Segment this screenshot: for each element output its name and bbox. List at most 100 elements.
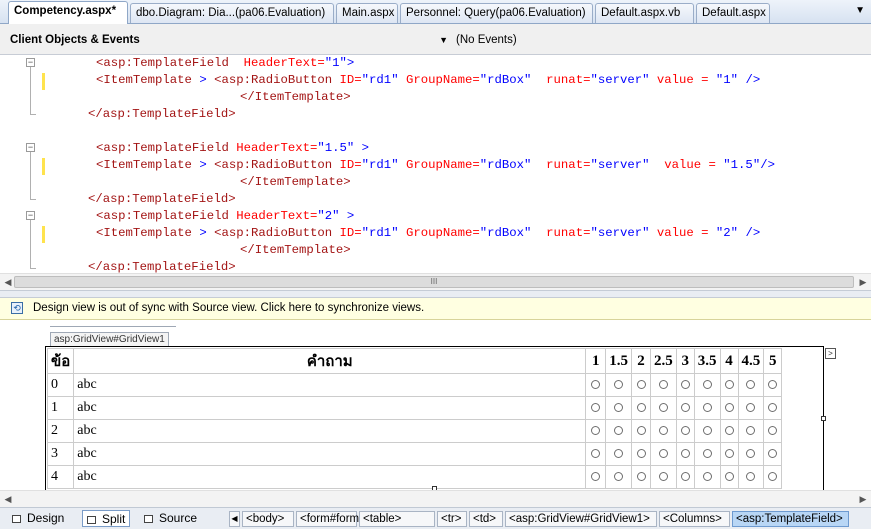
code-line: <ItemTemplate > <asp:RadioButton ID="rd1… bbox=[96, 225, 760, 242]
code-token: <ItemTemplate bbox=[96, 73, 200, 87]
tab-default-aspx[interactable]: Default.aspx bbox=[696, 3, 770, 23]
source-view-label: Source bbox=[159, 511, 198, 525]
outline-line bbox=[30, 220, 31, 268]
outline-end bbox=[30, 114, 36, 115]
tab-personnel-query[interactable]: Personnel: Query(pa06.Evaluation) bbox=[400, 3, 593, 23]
design-horizontal-scrollbar[interactable]: ◀ ▶ bbox=[0, 490, 871, 507]
tab-main-aspx[interactable]: Main.aspx bbox=[336, 3, 398, 23]
outline-end bbox=[30, 199, 36, 200]
code-token: <asp:TemplateField bbox=[96, 209, 237, 223]
scroll-right-icon[interactable]: ▶ bbox=[855, 491, 871, 507]
changed-line-marker bbox=[42, 226, 45, 243]
resize-handle[interactable] bbox=[821, 416, 826, 421]
code-token: </ItemTemplate> bbox=[240, 175, 351, 189]
code-line: </ItemTemplate> bbox=[240, 242, 351, 259]
code-token: <ItemTemplate bbox=[96, 158, 200, 172]
collapse-icon[interactable]: − bbox=[26, 143, 35, 152]
split-view-splitter[interactable] bbox=[0, 290, 871, 298]
code-token: GroupName= bbox=[405, 226, 480, 240]
code-line: <ItemTemplate > <asp:RadioButton ID="rd1… bbox=[96, 72, 760, 89]
refresh-sync-icon: ⟲ bbox=[11, 302, 23, 314]
editor-gutter bbox=[0, 55, 43, 273]
code-line: </ItemTemplate> bbox=[240, 89, 351, 106]
scroll-left-icon[interactable]: ◀ bbox=[0, 491, 16, 507]
code-token: "rdBox" bbox=[479, 226, 547, 240]
code-token: "server" bbox=[590, 73, 657, 87]
code-token: value = bbox=[664, 158, 724, 172]
code-token: runat= bbox=[546, 226, 591, 240]
code-token: <asp:RadioButton bbox=[214, 158, 340, 172]
source-view-icon bbox=[144, 515, 153, 523]
code-token: HeaderText= bbox=[236, 141, 318, 155]
sync-message: Design view is out of sync with Source v… bbox=[33, 302, 425, 314]
breadcrumb-item[interactable]: <td> bbox=[469, 511, 503, 527]
code-token: GroupName= bbox=[405, 73, 480, 87]
breadcrumb-scroll-left-icon[interactable]: ◀ bbox=[229, 511, 240, 527]
design-view-label: Design bbox=[27, 511, 65, 525]
breadcrumb-item[interactable]: <tr> bbox=[437, 511, 467, 527]
code-token: "2" /> bbox=[715, 226, 761, 240]
events-dropdown[interactable]: (No Events) bbox=[450, 30, 756, 50]
code-token: "rd1" bbox=[361, 226, 406, 240]
scroll-right-icon[interactable]: ▶ bbox=[855, 274, 871, 290]
breadcrumb-item[interactable]: <asp:GridView#GridView1> bbox=[505, 511, 657, 527]
sync-info-bar[interactable]: ⟲ Design view is out of sync with Source… bbox=[0, 298, 871, 320]
code-token: > bbox=[199, 158, 215, 172]
code-line: <asp:TemplateField HeaderText="2" > bbox=[96, 208, 354, 225]
breadcrumb-item[interactable]: <body> bbox=[242, 511, 294, 527]
split-view-label: Split bbox=[102, 512, 126, 526]
code-token: <asp:TemplateField bbox=[96, 56, 229, 70]
gridview-tag-label[interactable]: asp:GridView#GridView1 bbox=[50, 332, 169, 347]
smart-tag-arrow-icon[interactable]: > bbox=[825, 348, 836, 359]
tab-list-dropdown-icon[interactable]: ▼ bbox=[855, 5, 865, 16]
code-token: </ItemTemplate> bbox=[240, 243, 351, 257]
breadcrumb-item[interactable]: <table> bbox=[359, 511, 435, 527]
breadcrumb-item[interactable]: <Columns> bbox=[659, 511, 730, 527]
source-view-button[interactable]: Source bbox=[140, 510, 201, 527]
changed-line-marker bbox=[42, 73, 45, 90]
design-surface[interactable]: asp:GridView#GridView1 ข้อ คำถาม 1 1.5 2… bbox=[0, 320, 871, 490]
document-tab-strip: Competency.aspx* dbo.Diagram: Dia...(pa0… bbox=[0, 0, 871, 24]
code-token: <ItemTemplate bbox=[96, 226, 200, 240]
code-token: "1.5"/> bbox=[723, 158, 775, 172]
code-token: ID= bbox=[339, 158, 362, 172]
code-line: </asp:TemplateField> bbox=[88, 106, 236, 123]
object-event-bar: Client Objects & Events ▼ (No Events) bbox=[0, 24, 871, 55]
code-token: "server" bbox=[590, 158, 665, 172]
scrollbar-thumb[interactable]: III bbox=[14, 276, 854, 288]
source-code-editor[interactable]: − − − <asp:TemplateField HeaderText="1">… bbox=[0, 55, 871, 273]
code-token: > bbox=[199, 226, 215, 240]
collapse-icon[interactable]: − bbox=[26, 211, 35, 220]
design-view-button[interactable]: Design bbox=[8, 510, 68, 527]
split-view-button[interactable]: Split bbox=[82, 510, 131, 527]
code-token: runat= bbox=[546, 158, 591, 172]
code-token: "server" bbox=[590, 226, 657, 240]
tab-competency-aspx[interactable]: Competency.aspx* bbox=[8, 1, 128, 24]
code-token: value = bbox=[656, 226, 716, 240]
code-token: HeaderText= bbox=[236, 209, 318, 223]
code-token: </ItemTemplate> bbox=[240, 90, 351, 104]
tab-dbo-diagram[interactable]: dbo.Diagram: Dia...(pa06.Evaluation) bbox=[130, 3, 334, 23]
code-line: <ItemTemplate > <asp:RadioButton ID="rd1… bbox=[96, 157, 775, 174]
breadcrumb-item[interactable]: <form#form1> bbox=[296, 511, 372, 527]
changed-line-marker bbox=[42, 158, 45, 175]
code-line: </asp:TemplateField> bbox=[88, 259, 236, 273]
code-token: "rdBox" bbox=[479, 158, 547, 172]
chevron-down-icon: ▼ bbox=[439, 35, 448, 45]
events-label: (No Events) bbox=[456, 34, 517, 46]
client-objects-dropdown[interactable]: Client Objects & Events ▼ bbox=[10, 30, 450, 50]
client-objects-label: Client Objects & Events bbox=[10, 34, 140, 46]
editor-horizontal-scrollbar[interactable]: ◀ III ▶ bbox=[0, 273, 871, 290]
design-view-icon bbox=[12, 515, 21, 523]
code-token: </asp:TemplateField> bbox=[88, 192, 236, 206]
collapse-icon[interactable]: − bbox=[26, 58, 35, 67]
code-token: "1" /> bbox=[715, 73, 761, 87]
breadcrumb-item[interactable]: <asp:TemplateField> bbox=[732, 511, 849, 527]
code-token: ID= bbox=[339, 73, 362, 87]
code-token: </asp:TemplateField> bbox=[88, 107, 236, 121]
code-token: HeaderText= bbox=[228, 56, 325, 70]
code-token: value = bbox=[656, 73, 716, 87]
code-token: <asp:RadioButton bbox=[214, 226, 340, 240]
tab-default-aspx-vb[interactable]: Default.aspx.vb bbox=[595, 3, 694, 23]
code-token: <asp:RadioButton bbox=[214, 73, 340, 87]
